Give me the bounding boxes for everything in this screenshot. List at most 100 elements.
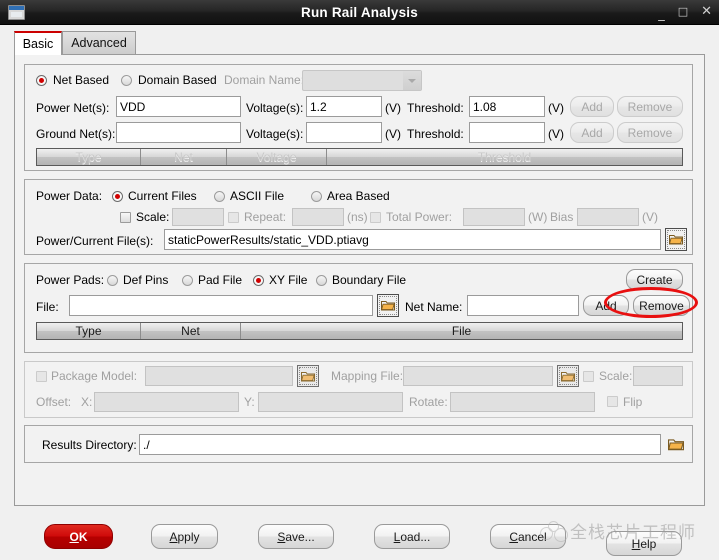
radio-current-files[interactable] (112, 191, 123, 202)
bias-input[interactable] (577, 208, 639, 226)
help-button[interactable]: Help (606, 531, 682, 556)
unit-ground-voltage: (V) (385, 127, 401, 141)
mapping-file-input[interactable] (403, 366, 553, 386)
domain-name-combo[interactable] (302, 70, 422, 91)
repeat-input[interactable] (292, 208, 344, 226)
radio-domain-based[interactable] (121, 75, 132, 86)
offset-y-input[interactable] (258, 392, 403, 412)
power-remove-button[interactable]: Remove (617, 96, 683, 117)
title-bar: Run Rail Analysis _ □ ✕ (0, 0, 719, 25)
ground-voltage-input[interactable] (306, 122, 382, 143)
window-controls: _ □ ✕ (658, 5, 712, 21)
run-rail-analysis-window: Run Rail Analysis _ □ ✕ Basic Advanced N… (0, 0, 719, 560)
power-voltage-input[interactable]: 1.2 (306, 96, 382, 117)
ground-nets-input[interactable] (116, 122, 241, 143)
ground-threshold-input[interactable] (469, 122, 545, 143)
label-power-threshold: Threshold: (407, 101, 464, 115)
pads-remove-label: Remove (639, 298, 684, 313)
radio-xy-file[interactable] (253, 275, 264, 286)
scale-input[interactable] (172, 208, 224, 226)
power-current-file-value: staticPowerResults/static_VDD.ptiavg (168, 232, 369, 247)
label-power-current-file: Power/Current File(s): (36, 234, 154, 248)
results-directory-browse-button[interactable] (665, 433, 687, 456)
power-nets-input[interactable]: VDD (116, 96, 241, 117)
pads-th-type[interactable]: Type (37, 323, 141, 339)
unit-power-voltage: (V) (385, 101, 401, 115)
pads-remove-button[interactable]: Remove (633, 295, 690, 316)
chevron-down-icon (403, 71, 421, 90)
label-net-based: Net Based (53, 73, 110, 87)
label-package-scale: Scale: (599, 369, 633, 383)
label-ground-voltage: Voltage(s): (246, 127, 304, 141)
nets-th-net[interactable]: Net (141, 149, 227, 165)
total-power-checkbox[interactable] (370, 212, 381, 223)
create-button-label: Create (636, 272, 673, 287)
radio-def-pins[interactable] (107, 275, 118, 286)
nets-th-type[interactable]: Type (37, 149, 141, 165)
create-button[interactable]: Create (626, 269, 683, 290)
power-current-file-input[interactable]: staticPowerResults/static_VDD.ptiavg (164, 229, 661, 250)
label-pads-file: File: (36, 300, 59, 314)
package-model-checkbox[interactable] (36, 371, 47, 382)
power-nets-value: VDD (120, 99, 146, 114)
cancel-button-label: Cancel (509, 529, 547, 544)
total-power-input[interactable] (463, 208, 525, 226)
pads-add-label: Add (595, 298, 617, 313)
save-button[interactable]: Save... (258, 524, 334, 549)
offset-x-input[interactable] (94, 392, 239, 412)
label-bias: Bias (550, 210, 574, 224)
pads-th-file[interactable]: File (241, 323, 682, 339)
package-scale-checkbox[interactable] (583, 371, 594, 382)
unit-total-power: (W) (528, 210, 548, 224)
pads-th-net[interactable]: Net (141, 323, 241, 339)
folder-icon-svg (561, 371, 575, 381)
pads-file-browse-button[interactable] (377, 294, 399, 317)
label-pad-file: Pad File (198, 273, 243, 287)
tab-advanced-label: Advanced (71, 36, 127, 50)
tab-advanced[interactable]: Advanced (62, 31, 136, 54)
results-directory-input[interactable]: ./ (139, 434, 661, 455)
maximize-icon[interactable]: □ (678, 6, 688, 18)
package-model-input[interactable] (145, 366, 293, 386)
close-icon[interactable]: ✕ (701, 5, 712, 18)
apply-button[interactable]: Apply (151, 524, 218, 549)
package-scale-input[interactable] (633, 366, 683, 386)
ground-remove-button[interactable]: Remove (617, 122, 683, 143)
repeat-checkbox[interactable] (228, 212, 239, 223)
folder-icon (666, 434, 686, 455)
pads-file-input[interactable] (69, 295, 373, 316)
radio-ascii-file[interactable] (214, 191, 225, 202)
label-total-power: Total Power: (386, 210, 453, 224)
power-threshold-input[interactable]: 1.08 (469, 96, 545, 117)
cancel-button[interactable]: Cancel (490, 524, 566, 549)
folder-icon (299, 367, 317, 385)
flip-checkbox[interactable] (607, 396, 618, 407)
ground-add-button[interactable]: Add (570, 122, 614, 143)
net-name-input[interactable] (467, 295, 579, 316)
pads-table-header: Type Net File (36, 322, 683, 340)
window-title: Run Rail Analysis (301, 4, 418, 20)
label-ground-threshold: Threshold: (407, 127, 464, 141)
scale-checkbox[interactable] (120, 212, 131, 223)
tab-basic[interactable]: Basic (14, 31, 62, 55)
folder-icon (379, 296, 397, 315)
power-current-file-browse-button[interactable] (665, 228, 687, 251)
power-add-button[interactable]: Add (570, 96, 614, 117)
radio-pad-file[interactable] (182, 275, 193, 286)
pads-add-button[interactable]: Add (583, 295, 629, 316)
power-data-group: Power Data: Current Files ASCII File Are… (24, 179, 693, 255)
ok-button[interactable]: OK (44, 524, 113, 549)
package-model-browse-button[interactable] (297, 365, 319, 387)
rotate-input[interactable] (450, 392, 595, 412)
mapping-file-browse-button[interactable] (557, 365, 579, 387)
minimize-icon[interactable]: _ (658, 8, 665, 21)
label-area-based: Area Based (327, 189, 390, 203)
radio-boundary-file[interactable] (316, 275, 327, 286)
load-button[interactable]: Load... (374, 524, 450, 549)
label-scale: Scale: (136, 210, 170, 224)
nets-th-voltage[interactable]: Voltage (227, 149, 327, 165)
radio-net-based[interactable] (36, 75, 47, 86)
nets-th-threshold[interactable]: Threshold (327, 149, 682, 165)
radio-area-based[interactable] (311, 191, 322, 202)
label-mapping-file: Mapping File: (331, 369, 404, 383)
